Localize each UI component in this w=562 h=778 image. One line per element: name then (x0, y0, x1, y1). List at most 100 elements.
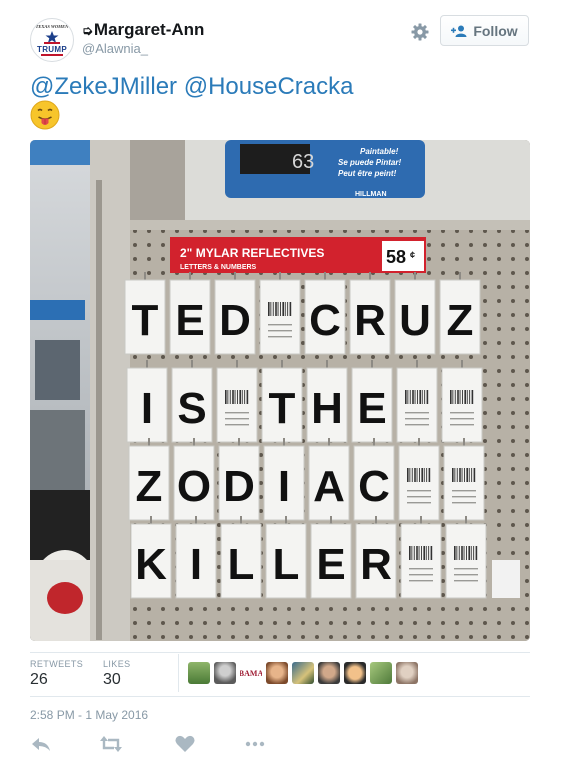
barcode-bar (277, 302, 279, 316)
avatar[interactable]: TEXAS WOMEN TRUMP (30, 18, 74, 62)
user-handle[interactable]: @Alawnia_ (82, 41, 148, 56)
barcode-bar (471, 390, 474, 404)
barcode-bar (239, 390, 241, 404)
liker-avatar[interactable] (214, 662, 236, 684)
barcode-bar (407, 390, 409, 404)
package-text-line (454, 568, 478, 570)
letter-glyph: E (316, 540, 345, 589)
liker-avatar[interactable] (266, 662, 288, 684)
liker-avatar[interactable] (292, 662, 314, 684)
barcode-bar (289, 302, 292, 316)
liker-avatar[interactable] (188, 662, 210, 684)
barcode-bar (464, 390, 466, 404)
photo-scene: 63 Paintable! Se puede Pintar! Peut être… (30, 140, 530, 641)
letter-glyph: C (309, 296, 341, 345)
tweet-card: TEXAS WOMEN TRUMP ➭Margaret-Ann @Alawnia… (0, 0, 562, 778)
barcode-bar (454, 468, 456, 482)
mention-link-2[interactable]: @HouseCracka (184, 73, 354, 100)
barcode-bar (237, 390, 238, 404)
liker-avatar[interactable] (396, 662, 418, 684)
barcode-bar (459, 390, 461, 404)
letter-glyph: H (311, 384, 343, 433)
letter-card (445, 523, 487, 599)
letter-glyph: I (190, 540, 202, 589)
barcode-bar (270, 302, 272, 316)
barcode-bar (425, 546, 427, 560)
package-text-line (454, 580, 478, 582)
barcode-bar (459, 468, 461, 482)
letter-glyph: K (135, 540, 167, 589)
barcode-bar (411, 468, 413, 482)
barcode-bar (229, 390, 231, 404)
display-name-row[interactable]: ➭Margaret-Ann (82, 20, 204, 40)
likes-label[interactable]: LIKES (103, 659, 131, 669)
barcode-bar (466, 390, 468, 404)
retweets-label[interactable]: RETWEETS (30, 659, 83, 669)
package-text-line (407, 496, 431, 498)
gear-icon[interactable] (410, 22, 430, 42)
like-heart-icon[interactable] (174, 734, 196, 754)
reply-icon[interactable] (30, 734, 52, 754)
mention-link-1[interactable]: @ZekeJMiller (30, 73, 177, 100)
barcode-bar (413, 546, 415, 560)
letter-glyph: D (223, 462, 255, 511)
retweets-count[interactable]: 26 (30, 671, 48, 689)
barcode-bar (421, 468, 423, 482)
package-text-line (452, 496, 476, 498)
package-text-line (407, 502, 431, 504)
package-text-line (454, 574, 478, 576)
letter-glyph: E (175, 296, 204, 345)
barcode-bar (463, 546, 465, 560)
barcode-bar (471, 468, 473, 482)
barcode-bar (405, 390, 407, 404)
liker-avatar[interactable]: BAMA (240, 662, 262, 684)
barcode-bar (424, 390, 426, 404)
package-text-line (225, 412, 249, 414)
barcode-bar (428, 546, 430, 560)
price-cents: ¢ (410, 250, 415, 260)
barcode-bar (466, 468, 468, 482)
barcode-bar (227, 390, 229, 404)
package-text-line (225, 424, 249, 426)
liker-avatars: BAMA (188, 662, 418, 684)
avatar-stripe (41, 54, 63, 56)
likes-count[interactable]: 30 (103, 671, 121, 689)
bama-label: BAMA (240, 668, 262, 678)
letter-glyph: A (313, 462, 345, 511)
letter-glyph: I (141, 384, 153, 433)
letter-glyph: U (399, 296, 431, 345)
tweet-timestamp[interactable]: 2:58 PM - 1 May 2016 (30, 708, 148, 722)
letter-glyph: O (177, 462, 211, 511)
retweet-icon[interactable] (100, 734, 122, 754)
package-text-line (405, 418, 429, 420)
follow-button[interactable]: Follow (440, 15, 529, 46)
more-icon[interactable] (244, 734, 266, 754)
barcode-bar (416, 546, 418, 560)
barcode-bar (450, 390, 452, 404)
barcode-bar (421, 546, 422, 560)
liker-avatar[interactable] (318, 662, 340, 684)
barcode-bar (469, 390, 471, 404)
letter-card (396, 367, 438, 443)
letter-glyph: R (360, 540, 392, 589)
sign-subtitle: LETTERS & NUMBERS (180, 264, 257, 271)
package-text-line (409, 580, 433, 582)
barcode-bar (411, 546, 413, 560)
barcode-bar (423, 546, 425, 560)
barcode-bar (462, 390, 463, 404)
sign-title: 2" MYLAR REFLECTIVES (180, 246, 324, 260)
barcode-bar (475, 546, 478, 560)
top-sign-number: 63 (292, 151, 314, 173)
barcode-bar (284, 302, 286, 316)
liker-avatar[interactable] (344, 662, 366, 684)
letter-glyph: S (177, 384, 206, 433)
stats-bottom-divider (30, 696, 530, 697)
letter-glyph: T (132, 296, 159, 345)
letter-card (443, 445, 485, 521)
tweet-photo[interactable]: 63 Paintable! Se puede Pintar! Peut être… (30, 140, 530, 641)
barcode-bar (452, 390, 454, 404)
barcode-bar (426, 390, 429, 404)
liker-avatar[interactable] (370, 662, 392, 684)
tweet-text: @ZekeJMiller @HouseCracka (30, 73, 353, 101)
barcode-bar (412, 390, 414, 404)
